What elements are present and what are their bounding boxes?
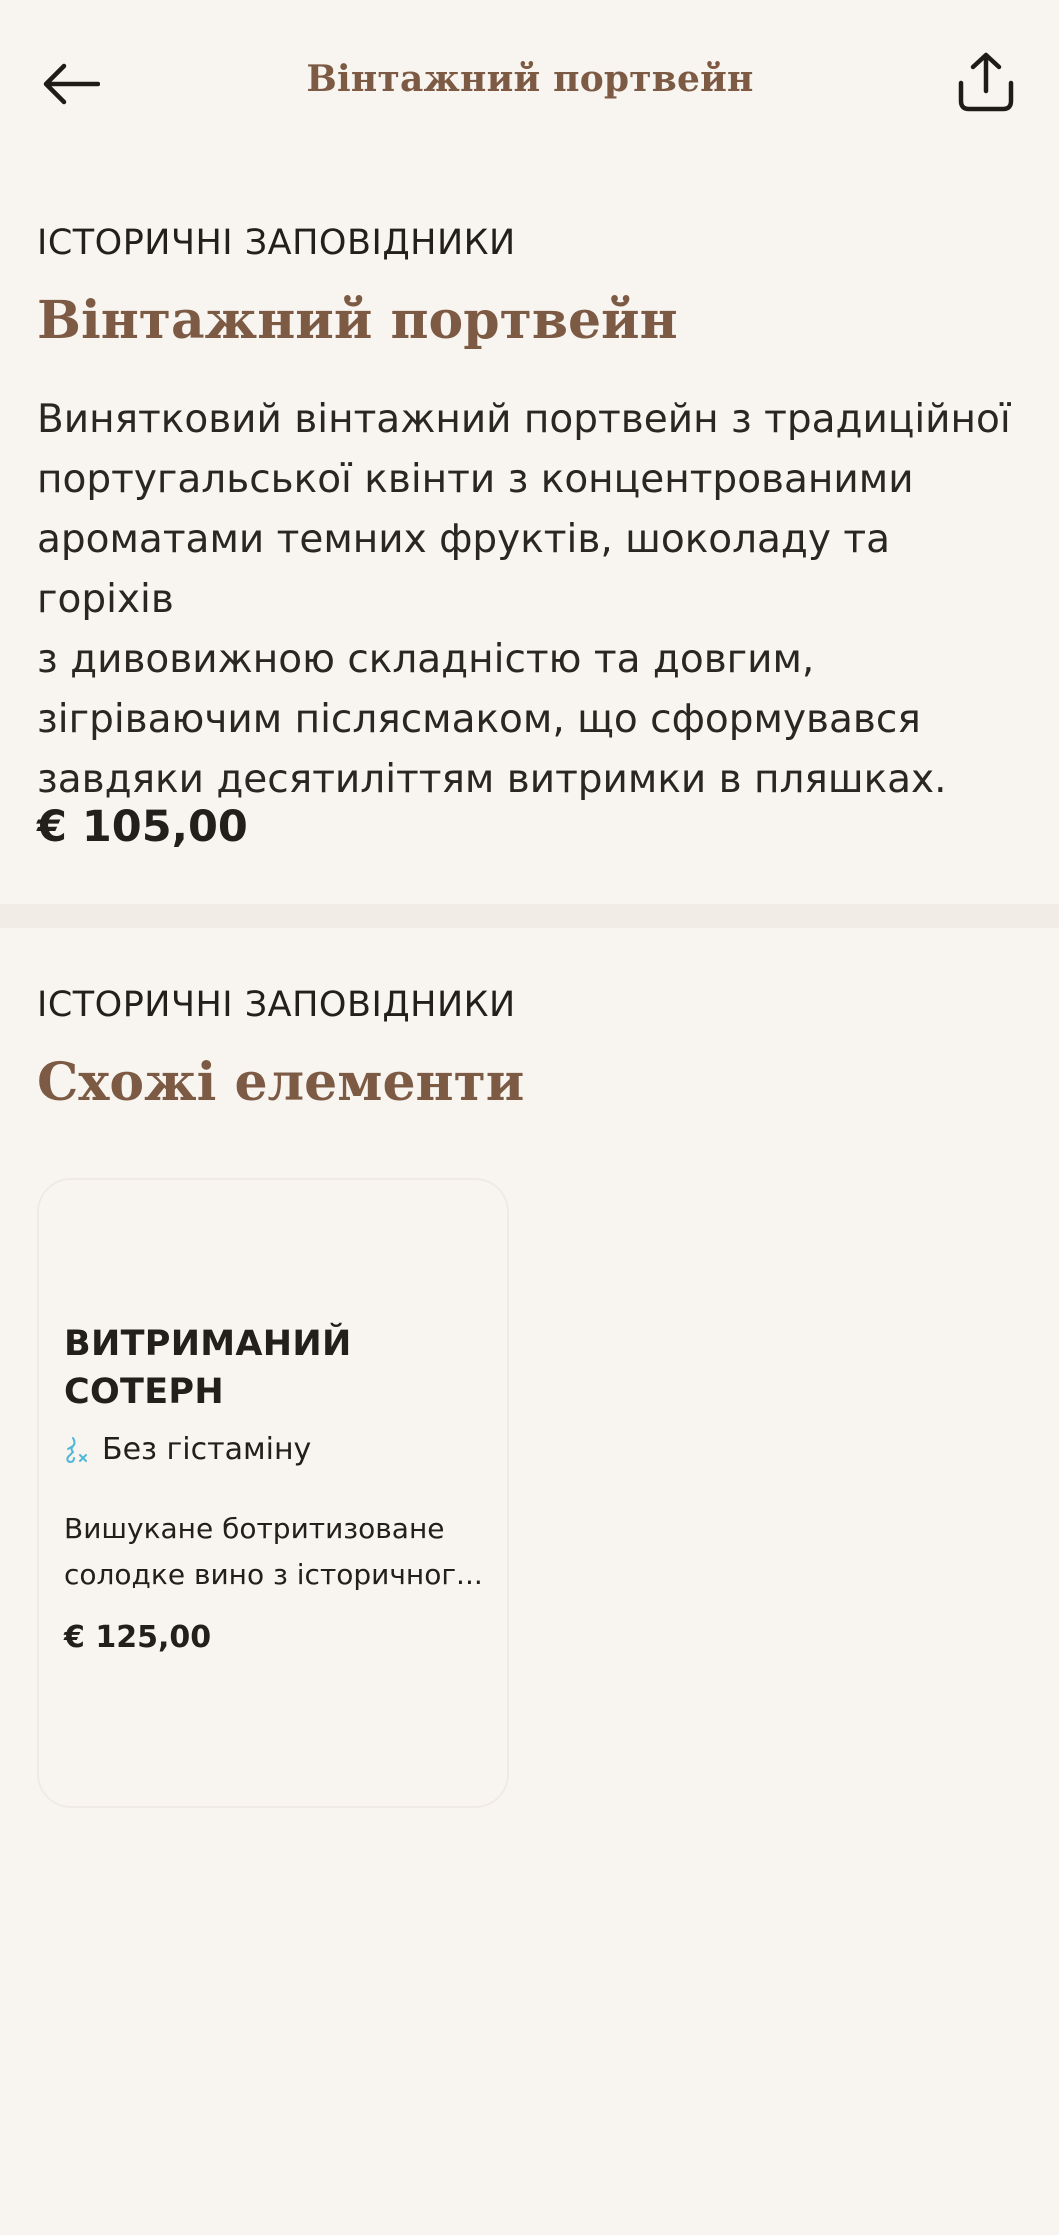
description-line: Винятковий вінтажний портвейн з традицій… bbox=[37, 397, 1011, 442]
share-button[interactable] bbox=[950, 46, 1022, 118]
similar-item-description: Вишукане ботритизоване солодке вино з іс… bbox=[64, 1506, 494, 1598]
description-line: ароматами темних фруктів, шоколаду та го… bbox=[37, 517, 890, 622]
share-icon bbox=[958, 52, 1014, 112]
similar-item-card[interactable]: ВИТРИМАНИЙ СОТЕРН Без гістаміну Вишукане… bbox=[37, 1178, 509, 1808]
similar-item-title: ВИТРИМАНИЙ СОТЕРН bbox=[64, 1320, 484, 1416]
similar-heading: Схожі елементи bbox=[37, 1052, 525, 1113]
title-line: СОТЕРН bbox=[64, 1372, 224, 1412]
description-line: португальської квінти з концентрованими bbox=[37, 457, 914, 502]
description-line: завдяки десятиліттям витримки в пляшках. bbox=[37, 757, 947, 802]
description-line: зігріваючим післясмаком, що сформувався bbox=[37, 697, 921, 742]
similar-item-tag: Без гістаміну bbox=[64, 1432, 311, 1467]
top-bar: Вінтажний портвейн bbox=[0, 0, 1059, 170]
desc-line: Вишукане ботритизоване bbox=[64, 1512, 445, 1545]
product-description: Винятковий вінтажний портвейн з традицій… bbox=[37, 390, 1022, 810]
back-button[interactable] bbox=[36, 52, 106, 116]
product-category: ІСТОРИЧНІ ЗАПОВІДНИКИ bbox=[37, 223, 516, 263]
description-line: з дивовижною складністю та довгим, bbox=[37, 637, 815, 682]
title-line: ВИТРИМАНИЙ bbox=[64, 1324, 352, 1364]
product-price: € 105,00 bbox=[37, 802, 248, 852]
desc-line: солодке вино з історичног... bbox=[64, 1558, 483, 1591]
section-divider bbox=[0, 904, 1059, 928]
similar-category: ІСТОРИЧНІ ЗАПОВІДНИКИ bbox=[37, 985, 516, 1025]
arrow-left-icon bbox=[43, 63, 100, 105]
histamine-free-icon bbox=[66, 1436, 87, 1463]
product-detail: ІСТОРИЧНІ ЗАПОВІДНИКИ bbox=[37, 226, 1022, 261]
page-title: Вінтажний портвейн bbox=[306, 58, 754, 100]
similar-item-price: € 125,00 bbox=[64, 1620, 212, 1655]
product-name: Вінтажний портвейн bbox=[37, 290, 678, 351]
tag-label: Без гістаміну bbox=[102, 1432, 312, 1467]
